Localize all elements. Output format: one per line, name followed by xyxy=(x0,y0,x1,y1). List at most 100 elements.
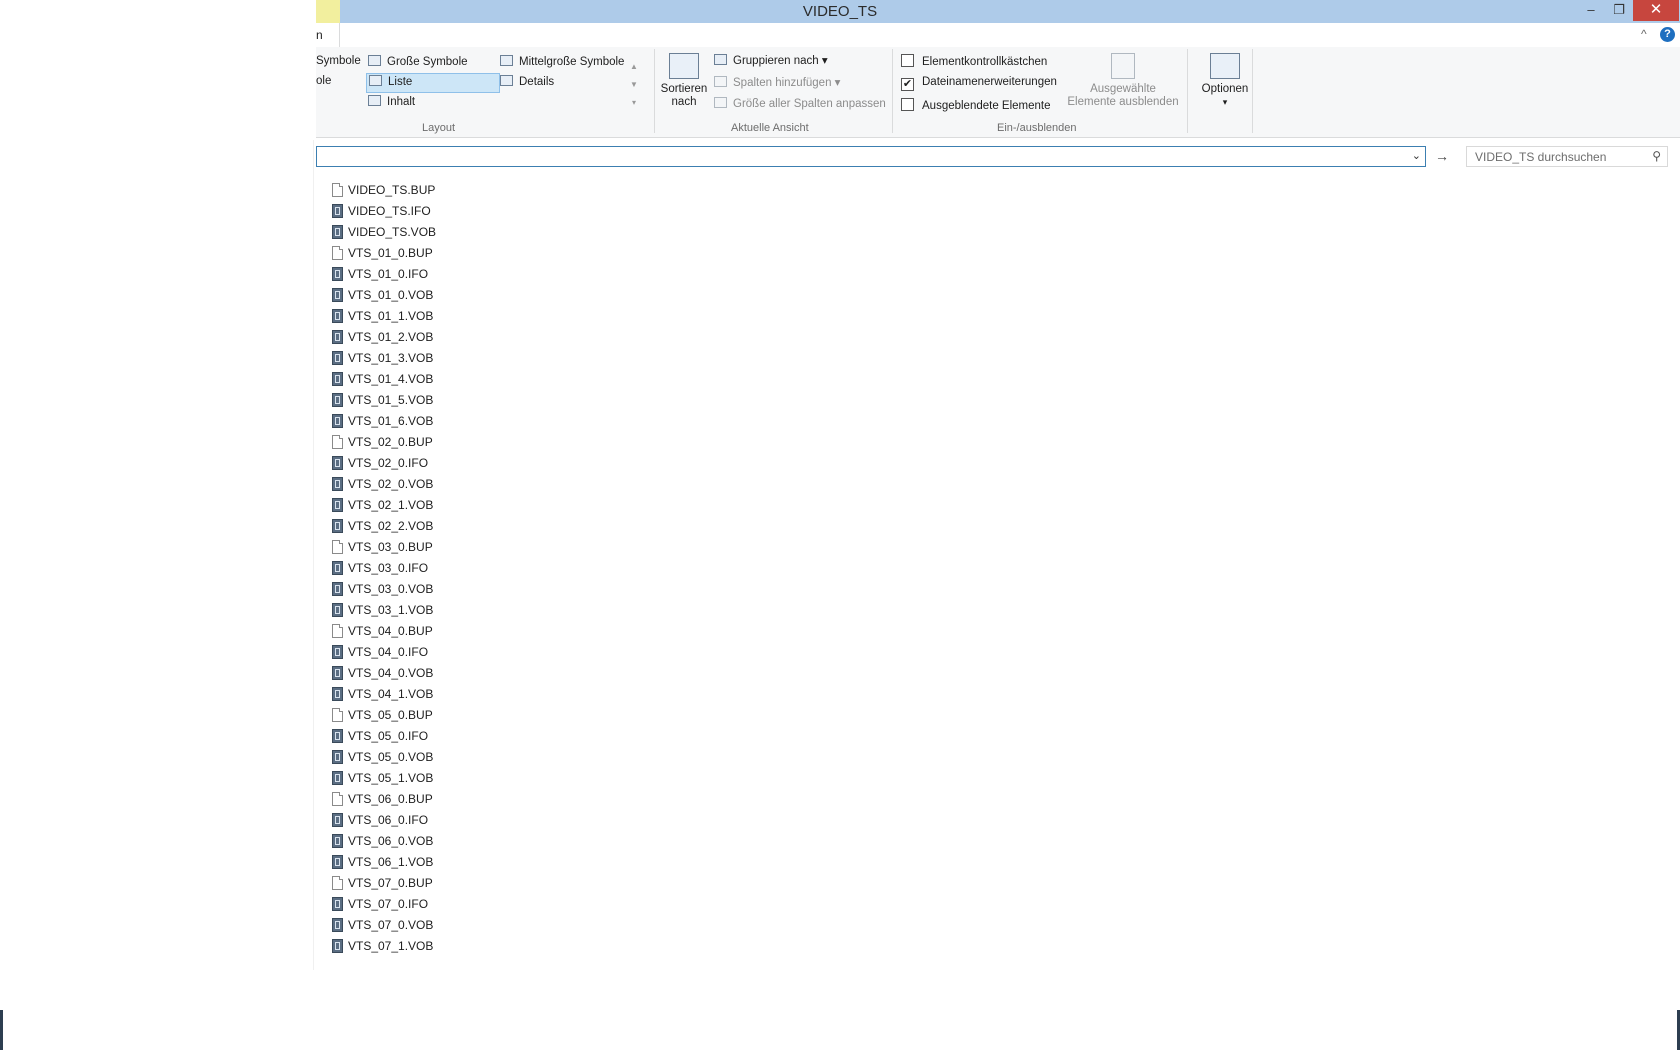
search-box[interactable]: VIDEO_TS durchsuchen ⚲ xyxy=(1466,146,1668,167)
hidden-items-label: Ausgeblendete Elemente xyxy=(922,100,1051,112)
hide-selected-icon xyxy=(1111,53,1135,79)
sort-label-line1: Sortieren xyxy=(660,83,708,95)
list-item[interactable]: VTS_01_6.VOB xyxy=(332,411,532,432)
list-item[interactable]: VTS_01_0.BUP xyxy=(332,243,532,264)
media-file-icon xyxy=(332,897,343,911)
tab-divider xyxy=(339,23,340,47)
blank-file-icon xyxy=(332,708,343,722)
group-separator xyxy=(654,49,655,133)
ribbon: Symbole ole Große Symbole Liste Inhalt M… xyxy=(316,47,1680,138)
layout-medium-icons[interactable]: Mittelgroße Symbole xyxy=(500,55,624,68)
list-item[interactable]: VTS_01_0.VOB xyxy=(332,285,532,306)
list-item[interactable]: VTS_04_0.IFO xyxy=(332,642,532,663)
list-item[interactable]: VTS_05_0.BUP xyxy=(332,705,532,726)
close-button[interactable]: ✕ xyxy=(1633,0,1679,21)
search-icon[interactable]: ⚲ xyxy=(1652,149,1661,163)
list-item[interactable]: VTS_02_0.IFO xyxy=(332,453,532,474)
list-item[interactable]: VTS_05_0.IFO xyxy=(332,726,532,747)
media-file-icon xyxy=(332,855,343,869)
layout-large-icons[interactable]: Große Symbole xyxy=(368,55,468,68)
file-name: VTS_07_0.VOB xyxy=(348,918,434,932)
media-file-icon xyxy=(332,456,343,470)
list-item[interactable]: VTS_04_0.VOB xyxy=(332,663,532,684)
sort-label-line2: nach xyxy=(671,96,697,108)
list-item[interactable]: VTS_06_0.IFO xyxy=(332,810,532,831)
list-item[interactable]: VTS_04_1.VOB xyxy=(332,684,532,705)
layout-small-icons[interactable]: Symbole xyxy=(316,55,361,67)
list-item[interactable]: VTS_03_0.IFO xyxy=(332,558,532,579)
address-bar[interactable]: ⌄ xyxy=(316,146,1426,167)
file-extensions-toggle[interactable]: ✔ Dateinamenerweiterungen xyxy=(901,76,1057,91)
list-item[interactable]: VTS_01_1.VOB xyxy=(332,306,532,327)
media-file-icon xyxy=(332,204,343,218)
hide-selected-button[interactable]: Ausgewählte Elemente ausblenden xyxy=(1064,53,1182,109)
list-item[interactable]: VTS_05_0.VOB xyxy=(332,747,532,768)
file-name: VTS_05_1.VOB xyxy=(348,771,434,785)
help-icon[interactable]: ? xyxy=(1660,27,1675,42)
fit-columns-button[interactable]: Größe aller Spalten anpassen xyxy=(714,97,886,110)
item-checkboxes-label: Elementkontrollkästchen xyxy=(922,56,1048,68)
layout-content[interactable]: Inhalt xyxy=(368,95,415,108)
media-file-icon xyxy=(332,645,343,659)
file-name: VTS_07_0.BUP xyxy=(348,876,433,890)
group-by-button[interactable]: Gruppieren nach ▾ xyxy=(714,53,828,67)
file-name: VTS_02_0.BUP xyxy=(348,435,433,449)
list-item[interactable]: VIDEO_TS.IFO xyxy=(332,201,532,222)
media-file-icon xyxy=(332,918,343,932)
list-item[interactable]: VTS_07_0.VOB xyxy=(332,915,532,936)
list-item[interactable]: VTS_02_2.VOB xyxy=(332,516,532,537)
layout-list-fragment[interactable]: ole xyxy=(316,75,331,87)
media-file-icon xyxy=(332,582,343,596)
layout-gallery-scroll[interactable]: ▲ ▼ ▾ xyxy=(628,58,640,113)
list-item[interactable]: VTS_01_3.VOB xyxy=(332,348,532,369)
file-name: VIDEO_TS.VOB xyxy=(348,225,437,239)
list-item[interactable]: VTS_01_0.IFO xyxy=(332,264,532,285)
layout-item-label: ole xyxy=(316,75,332,87)
list-item[interactable]: VTS_03_1.VOB xyxy=(332,600,532,621)
list-item[interactable]: VTS_03_0.VOB xyxy=(332,579,532,600)
list-item[interactable]: VTS_06_1.VOB xyxy=(332,852,532,873)
list-item[interactable]: VTS_02_0.VOB xyxy=(332,474,532,495)
list-item[interactable]: VTS_07_0.BUP xyxy=(332,873,532,894)
ribbon-tab-fragment[interactable]: n xyxy=(316,28,323,42)
media-file-icon xyxy=(332,750,343,764)
list-item[interactable]: VTS_03_0.BUP xyxy=(332,537,532,558)
layout-details[interactable]: Details xyxy=(500,75,554,88)
list-item[interactable]: VTS_07_1.VOB xyxy=(332,936,532,957)
list-item[interactable]: VTS_02_1.VOB xyxy=(332,495,532,516)
options-button[interactable]: Optionen ▾ xyxy=(1192,53,1258,109)
media-file-icon xyxy=(332,267,343,281)
item-checkboxes-toggle[interactable]: Elementkontrollkästchen xyxy=(901,54,1047,68)
list-item[interactable]: VTS_04_0.BUP xyxy=(332,621,532,642)
media-file-icon xyxy=(332,477,343,491)
hidden-items-toggle[interactable]: Ausgeblendete Elemente xyxy=(901,98,1051,112)
file-name: VTS_02_1.VOB xyxy=(348,498,434,512)
media-file-icon xyxy=(332,561,343,575)
restore-button[interactable]: ❐ xyxy=(1608,0,1630,21)
list-item[interactable]: VTS_02_0.BUP xyxy=(332,432,532,453)
list-item[interactable]: VTS_01_2.VOB xyxy=(332,327,532,348)
fit-columns-label: Größe aller Spalten anpassen xyxy=(733,98,886,110)
list-item[interactable]: VIDEO_TS.BUP xyxy=(332,180,532,201)
list-item[interactable]: VTS_06_0.VOB xyxy=(332,831,532,852)
list-item[interactable]: VTS_05_1.VOB xyxy=(332,768,532,789)
file-name: VTS_02_0.IFO xyxy=(348,456,429,470)
layout-item-label: Symbole xyxy=(316,55,361,67)
list-item[interactable]: VTS_01_5.VOB xyxy=(332,390,532,411)
sort-by-button[interactable]: Sortieren nach xyxy=(660,53,708,109)
collapse-ribbon-icon[interactable]: ^ xyxy=(1641,27,1647,41)
layout-list[interactable]: Liste xyxy=(366,73,500,93)
add-columns-button[interactable]: Spalten hinzufügen ▾ xyxy=(714,75,840,89)
list-item[interactable]: VTS_01_4.VOB xyxy=(332,369,532,390)
list-item[interactable]: VIDEO_TS.VOB xyxy=(332,222,532,243)
go-arrow-icon[interactable]: → xyxy=(1431,146,1453,167)
file-name: VTS_01_6.VOB xyxy=(348,414,434,428)
minimize-button[interactable]: – xyxy=(1580,0,1602,21)
list-item[interactable]: VTS_07_0.IFO xyxy=(332,894,532,915)
file-name: VTS_03_0.VOB xyxy=(348,582,434,596)
show-hide-group-label: Ein-/ausblenden xyxy=(997,122,1077,134)
media-file-icon xyxy=(332,687,343,701)
list-item[interactable]: VTS_06_0.BUP xyxy=(332,789,532,810)
chevron-down-icon[interactable]: ⌄ xyxy=(1412,149,1421,162)
blank-file-icon xyxy=(332,246,343,260)
